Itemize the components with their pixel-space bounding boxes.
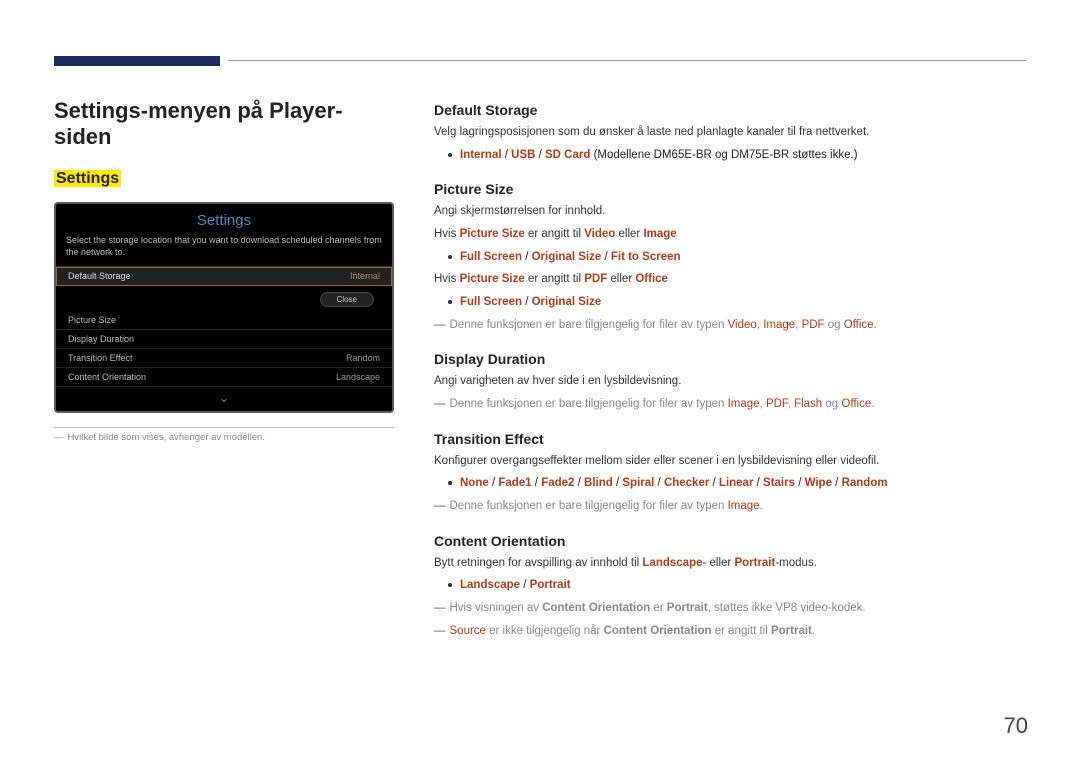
option-list: Full Screen / Original Size / Fit to Scr… bbox=[448, 249, 1026, 266]
note-text: ―Denne funksjonen er bare tilgjengelig f… bbox=[434, 317, 1026, 334]
device-row-label: Default Storage bbox=[68, 271, 131, 281]
bullet-icon bbox=[448, 153, 452, 157]
device-row-value: Random bbox=[346, 353, 380, 363]
device-row-display-duration: Display Duration bbox=[56, 330, 392, 349]
body-text: Angi skjermstørrelsen for innhold. bbox=[434, 203, 1026, 220]
body-text: Velg lagringsposisjonen som du ønsker å … bbox=[434, 124, 1026, 141]
header-accent-bar bbox=[54, 56, 220, 66]
device-close-button: Close bbox=[320, 292, 374, 307]
section-heading-transition-effect: Transition Effect bbox=[434, 431, 1026, 447]
bullet-icon bbox=[448, 481, 452, 485]
device-row-value: Landscape bbox=[336, 372, 380, 382]
device-title: Settings bbox=[56, 204, 392, 233]
body-text: Hvis Picture Size er angitt til PDF elle… bbox=[434, 271, 1026, 288]
device-row-transition-effect: Transition Effect Random bbox=[56, 349, 392, 368]
device-row-label: Content Orientation bbox=[68, 372, 146, 382]
note-text: ―Denne funksjonen er bare tilgjengelig f… bbox=[434, 396, 1026, 413]
bullet-icon bbox=[448, 255, 452, 259]
section-heading-content-orientation: Content Orientation bbox=[434, 533, 1026, 549]
note-text: ―Denne funksjonen er bare tilgjengelig f… bbox=[434, 498, 1026, 515]
note-text: ―Hvis visningen av Content Orientation e… bbox=[434, 600, 1026, 617]
device-screenshot: Settings Select the storage location tha… bbox=[54, 202, 394, 413]
section-heading-default-storage: Default Storage bbox=[434, 102, 1026, 118]
device-help-text: Select the storage location that you wan… bbox=[56, 233, 392, 267]
bullet-icon bbox=[448, 300, 452, 304]
body-text: Bytt retningen for avspilling av innhold… bbox=[434, 555, 1026, 572]
device-row-picture-size: Picture Size bbox=[56, 311, 392, 330]
note-text: ―Source er ikke tilgjengelig når Content… bbox=[434, 623, 1026, 640]
settings-highlight-label: Settings bbox=[54, 170, 121, 187]
device-row-default-storage: Default Storage Internal bbox=[56, 267, 392, 286]
body-text: Angi varigheten av hver side i en lysbil… bbox=[434, 373, 1026, 390]
option-list: Landscape / Portrait bbox=[448, 577, 1026, 594]
section-heading-display-duration: Display Duration bbox=[434, 351, 1026, 367]
option-list: Internal / USB / SD Card (Modellene DM65… bbox=[448, 147, 1026, 164]
option-list: Full Screen / Original Size bbox=[448, 294, 1026, 311]
device-row-content-orientation: Content Orientation Landscape bbox=[56, 368, 392, 387]
page-number: 70 bbox=[1004, 713, 1028, 739]
option-list: None / Fade1 / Fade2 / Blind / Spiral / … bbox=[448, 475, 1026, 492]
device-row-label: Transition Effect bbox=[68, 353, 133, 363]
header-rule bbox=[228, 60, 1026, 61]
section-heading-picture-size: Picture Size bbox=[434, 181, 1026, 197]
chevron-down-icon: ⌄ bbox=[56, 387, 392, 411]
body-text: Konfigurer overgangseffekter mellom side… bbox=[434, 453, 1026, 470]
device-row-value: Internal bbox=[350, 271, 380, 281]
left-footnote: ―Hvilket bilde som vises, avhenger av mo… bbox=[54, 427, 394, 443]
body-text: Hvis Picture Size er angitt til Video el… bbox=[434, 226, 1026, 243]
page-title: Settings-menyen på Player-siden bbox=[54, 98, 394, 150]
device-row-label: Picture Size bbox=[68, 315, 116, 325]
bullet-icon bbox=[448, 583, 452, 587]
device-row-label: Display Duration bbox=[68, 334, 134, 344]
